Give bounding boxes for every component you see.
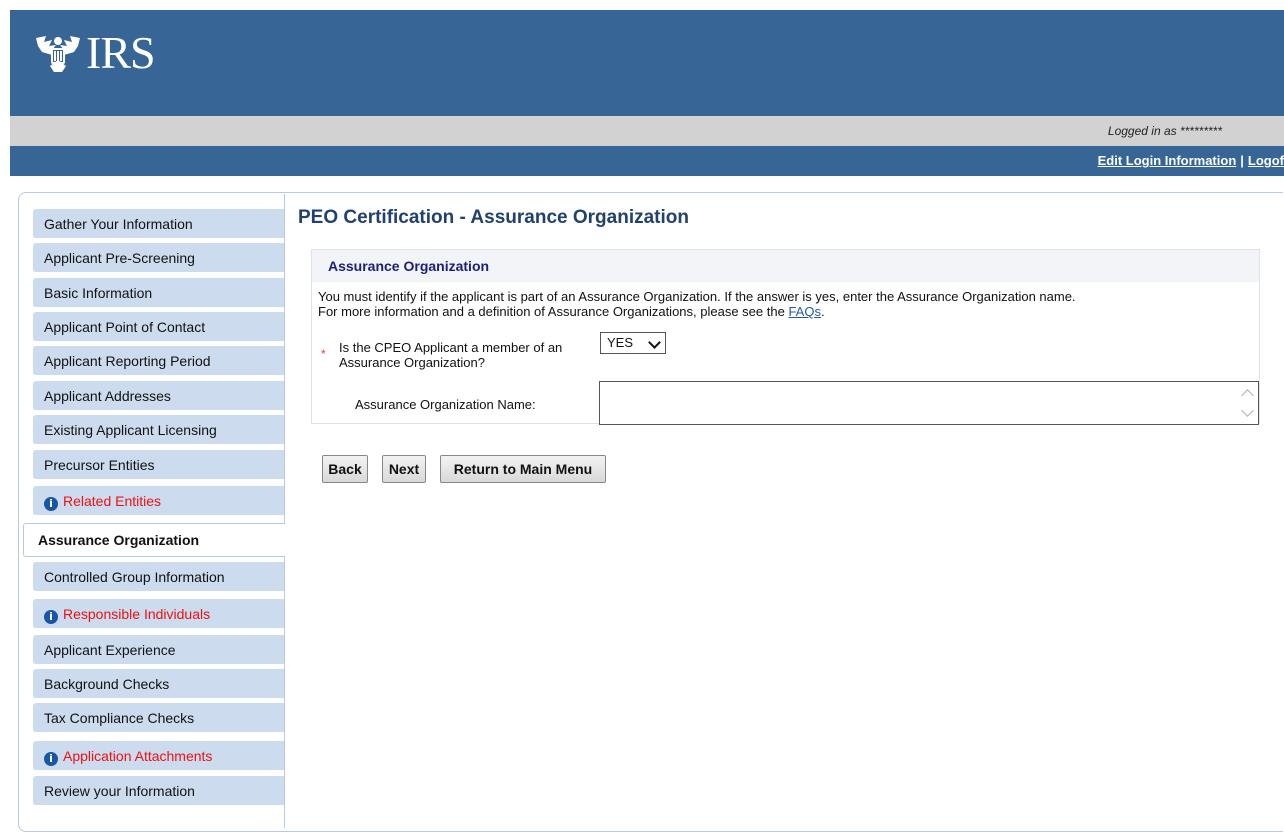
eagle-emblem-icon — [36, 36, 80, 72]
sidebar-item-precursor-entities[interactable]: Precursor Entities — [33, 450, 284, 480]
info-icon: i — [44, 752, 58, 766]
info-icon: i — [44, 497, 58, 511]
page-title: PEO Certification - Assurance Organizati… — [298, 207, 689, 228]
account-links-bar: Edit Login Information | Logof — [10, 146, 1284, 176]
link-separator: | — [1240, 153, 1244, 168]
sidebar-item-label: Assurance Organization — [38, 532, 200, 548]
sidebar-item-applicant-pre-screening[interactable]: Applicant Pre-Screening — [33, 243, 284, 273]
sidebar-item-label: Applicant Point of Contact — [44, 319, 206, 335]
member-select-value: YES — [607, 335, 634, 350]
sidebar-divider — [284, 194, 285, 828]
chevron-down-icon — [648, 336, 661, 349]
organization-name-label: Assurance Organization Name: — [355, 397, 536, 412]
info-icon: i — [44, 610, 58, 624]
scroll-up-icon[interactable] — [1241, 389, 1254, 402]
sidebar-item-label: Existing Applicant Licensing — [44, 422, 217, 438]
sidebar-item-application-attachments[interactable]: i Application Attachments — [33, 741, 284, 771]
logged-in-text: Logged in as ********* — [1107, 124, 1222, 138]
required-marker: * — [321, 347, 326, 361]
sidebar-item-label: Review your Information — [44, 783, 195, 799]
sidebar-item-applicant-reporting-period[interactable]: Applicant Reporting Period — [33, 346, 284, 376]
sidebar-item-tax-compliance-checks[interactable]: Tax Compliance Checks — [33, 703, 284, 733]
sidebar-item-label: Application Attachments — [63, 748, 213, 764]
section-title: Assurance Organization — [328, 258, 490, 274]
sidebar-item-label: Background Checks — [44, 676, 170, 692]
sidebar-item-gather-your-information[interactable]: Gather Your Information — [33, 209, 284, 239]
sidebar-item-label: Applicant Pre-Screening — [44, 250, 195, 266]
sidebar-item-label: Applicant Reporting Period — [44, 353, 211, 369]
sidebar-item-label: Basic Information — [44, 285, 153, 301]
edit-login-link[interactable]: Edit Login Information — [1098, 153, 1237, 168]
section-description: You must identify if the applicant is pa… — [318, 289, 1258, 319]
member-question-label: Is the CPEO Applicant a member of an Ass… — [339, 340, 563, 370]
sidebar-item-label: Related Entities — [63, 493, 162, 509]
sidebar-item-label: Controlled Group Information — [44, 569, 225, 585]
description-line-2-end: . — [820, 304, 825, 319]
sidebar-item-responsible-individuals[interactable]: i Responsible Individuals — [33, 599, 284, 629]
sidebar-item-background-checks[interactable]: Background Checks — [33, 669, 284, 699]
sidebar-item-existing-applicant-licensing[interactable]: Existing Applicant Licensing — [33, 415, 284, 445]
logo-text: IRS — [86, 27, 156, 78]
user-status-bar: Logged in as ********* — [10, 116, 1284, 146]
logout-link[interactable]: Logof — [1248, 153, 1284, 168]
sidebar-item-label: Gather Your Information — [44, 216, 193, 232]
back-button[interactable]: Back — [322, 455, 368, 483]
sidebar-item-label: Applicant Experience — [44, 642, 176, 658]
next-button[interactable]: Next — [382, 455, 426, 483]
sidebar-item-applicant-experience[interactable]: Applicant Experience — [33, 635, 284, 665]
sidebar-item-label: Tax Compliance Checks — [44, 710, 195, 726]
sidebar-item-applicant-addresses[interactable]: Applicant Addresses — [33, 381, 284, 411]
return-main-menu-button[interactable]: Return to Main Menu — [440, 455, 606, 483]
sidebar-item-label: Responsible Individuals — [63, 606, 211, 622]
site-header: IRS — [10, 10, 1284, 116]
sidebar-item-related-entities[interactable]: i Related Entities — [33, 486, 284, 516]
member-select[interactable]: YES — [600, 332, 666, 354]
description-line-1: You must identify if the applicant is pa… — [318, 289, 1076, 304]
sidebar-item-label: Applicant Addresses — [44, 388, 171, 404]
sidebar-item-applicant-point-of-contact[interactable]: Applicant Point of Contact — [33, 312, 284, 342]
sidebar-item-basic-information[interactable]: Basic Information — [33, 278, 284, 308]
organization-name-input[interactable] — [599, 381, 1259, 425]
faqs-link[interactable]: FAQs — [788, 304, 821, 319]
scroll-down-icon[interactable] — [1241, 404, 1254, 417]
sidebar-item-review-your-information[interactable]: Review your Information — [33, 776, 284, 806]
sidebar-item-label: Precursor Entities — [44, 457, 155, 473]
irs-logo[interactable]: IRS — [32, 27, 156, 78]
sidebar-item-assurance-organization[interactable]: Assurance Organization — [23, 523, 285, 557]
description-line-2: For more information and a definition of… — [318, 304, 789, 319]
sidebar-item-controlled-group-information[interactable]: Controlled Group Information — [33, 562, 284, 592]
account-links: Edit Login Information | Logof — [1098, 153, 1284, 168]
